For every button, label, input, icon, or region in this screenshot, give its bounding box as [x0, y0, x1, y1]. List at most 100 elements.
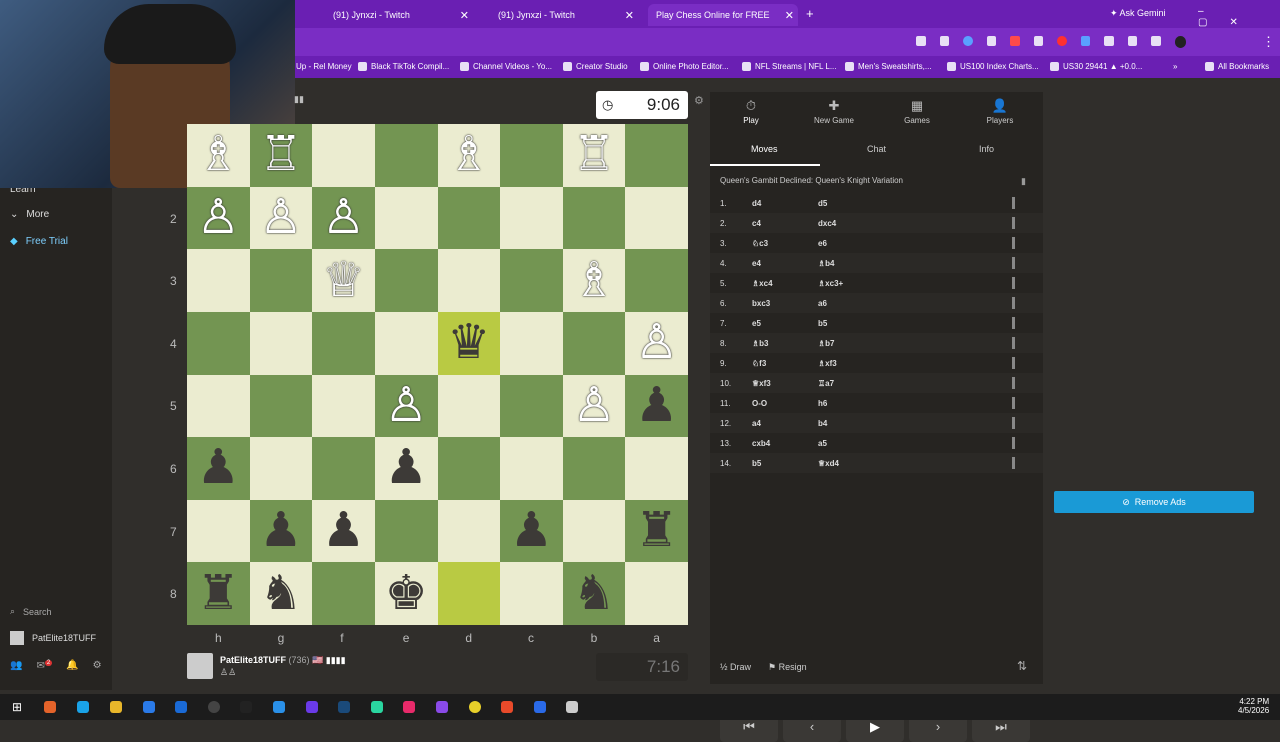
board-square[interactable]	[374, 124, 438, 187]
chevron-right-icon[interactable]: »	[1173, 62, 1177, 71]
board-square[interactable]: ♟	[312, 499, 375, 563]
board-square[interactable]: ♞	[562, 562, 626, 625]
system-clock[interactable]: 4:22 PM 4/5/2026	[1238, 697, 1269, 715]
board-square[interactable]: ♙	[249, 186, 313, 250]
chess-piece[interactable]: ♜	[197, 569, 240, 618]
chess-piece[interactable]: ♜	[635, 507, 678, 555]
player-name[interactable]: PatElite18TUFF	[220, 655, 286, 665]
board-square[interactable]: ♟	[187, 437, 250, 500]
board-square[interactable]	[374, 249, 438, 312]
app-icon[interactable]	[436, 701, 448, 713]
chess-piece[interactable]: ♙	[385, 381, 428, 430]
nav-new-game[interactable]: ✚ New Game	[794, 98, 874, 125]
mail-app-icon[interactable]	[175, 701, 187, 713]
board-square[interactable]	[312, 311, 375, 375]
black-move[interactable]: a5	[818, 439, 827, 448]
board-square[interactable]	[249, 249, 313, 312]
close-icon[interactable]: ✕	[460, 9, 469, 22]
menu-icon[interactable]: ⋮	[1262, 34, 1275, 50]
chess-piece[interactable]: ♛	[447, 319, 490, 367]
board-square[interactable]	[374, 311, 438, 375]
board-square[interactable]	[625, 186, 688, 250]
white-move[interactable]: ♕xf3	[752, 379, 771, 388]
board-square[interactable]	[500, 437, 563, 500]
board-square[interactable]	[312, 562, 375, 625]
chess-piece[interactable]: ♟	[385, 444, 428, 492]
board-square[interactable]: ♟	[625, 374, 688, 438]
board-square[interactable]: ♙	[374, 374, 438, 438]
app-icon[interactable]	[566, 701, 578, 713]
bookmark[interactable]: Up - Rel Money	[296, 62, 352, 71]
board-square[interactable]	[437, 374, 501, 438]
edge-icon[interactable]	[77, 701, 89, 713]
opening-name[interactable]: Queen's Gambit Declined: Queen's Knight …	[720, 176, 903, 185]
white-move[interactable]: cxb4	[752, 439, 770, 448]
window-controls[interactable]: –▢✕	[1198, 6, 1280, 28]
board-square[interactable]	[437, 499, 501, 563]
tab-twitch-2[interactable]: (91) Jynxzi - Twitch ✕	[490, 4, 638, 26]
gear-icon[interactable]: ⚙	[93, 660, 102, 674]
board-settings-gear-icon[interactable]: ⚙	[694, 94, 704, 107]
app-icon[interactable]	[534, 701, 546, 713]
board-square[interactable]	[437, 186, 501, 250]
chess-piece[interactable]: ♕	[322, 256, 365, 305]
all-bookmarks-button[interactable]: All Bookmarks	[1205, 62, 1269, 71]
black-move[interactable]: d5	[818, 199, 827, 208]
folder-icon[interactable]	[110, 701, 122, 713]
draw-button[interactable]: ½ Draw	[720, 662, 751, 672]
board-square[interactable]	[562, 311, 626, 375]
bell-icon[interactable]: 🔔	[66, 660, 78, 674]
black-move[interactable]: e6	[818, 239, 827, 248]
chess-piece[interactable]: ♖	[259, 131, 302, 179]
board-square[interactable]: ♟	[249, 499, 313, 563]
white-move[interactable]: ♗b3	[752, 339, 769, 348]
board-square[interactable]	[625, 124, 688, 187]
board-square[interactable]	[312, 374, 375, 438]
chess-piece[interactable]: ♟	[259, 507, 302, 555]
board-square[interactable]: ♜	[625, 499, 688, 563]
black-move[interactable]: ♗xc3+	[818, 279, 843, 288]
board-square[interactable]: ♗	[187, 124, 250, 187]
chess-piece[interactable]: ♙	[573, 381, 616, 430]
chess-piece[interactable]: ♙	[322, 193, 365, 242]
app-icon[interactable]	[273, 701, 285, 713]
ask-gemini-button[interactable]: ✦ Ask Gemini	[1110, 8, 1166, 19]
close-icon[interactable]: ✕	[625, 9, 634, 22]
white-move[interactable]: O-O	[752, 399, 767, 408]
board-square[interactable]: ♖	[249, 124, 313, 187]
board-square[interactable]	[562, 186, 626, 250]
mail-icon[interactable]: ✉ 2	[36, 660, 53, 674]
white-move[interactable]: d4	[752, 199, 761, 208]
app-icon[interactable]	[44, 701, 56, 713]
black-move[interactable]: a6	[818, 299, 827, 308]
white-move[interactable]: a4	[752, 419, 761, 428]
chess-piece[interactable]: ♞	[259, 569, 302, 618]
board-square[interactable]: ♚	[374, 562, 438, 625]
chess-piece[interactable]: ♟	[635, 381, 678, 430]
black-move[interactable]: dxc4	[818, 219, 836, 228]
sidebar-item-free-trial[interactable]: ◆ Free Trial	[10, 236, 68, 247]
board-square[interactable]	[187, 311, 250, 375]
panel-toggle-icon[interactable]: ▮▮	[294, 94, 304, 105]
tab-twitch-1[interactable]: (91) Jynxzi - Twitch ✕	[325, 4, 473, 26]
black-move[interactable]: b4	[818, 419, 827, 428]
chess-piece[interactable]: ♟	[322, 507, 365, 555]
chess-piece[interactable]: ♗	[447, 131, 490, 179]
board-square[interactable]	[625, 562, 688, 625]
white-move[interactable]: ♘f3	[752, 359, 766, 368]
black-move[interactable]: ♕xd4	[818, 459, 839, 468]
white-move[interactable]: bxc3	[752, 299, 770, 308]
friends-icon[interactable]: 👥	[10, 660, 22, 674]
black-move[interactable]: ♗b7	[818, 339, 835, 348]
board-square[interactable]	[312, 124, 375, 187]
nav-play[interactable]: ⏱ Play	[711, 98, 791, 125]
board-square[interactable]	[187, 499, 250, 563]
tab-moves[interactable]: Moves	[751, 144, 778, 154]
board-square[interactable]: ♗	[562, 249, 626, 312]
board-square[interactable]: ♕	[312, 249, 375, 312]
flip-board-icon[interactable]: ⇅	[1017, 659, 1027, 673]
resign-button[interactable]: ⚑ Resign	[768, 662, 807, 673]
board-square[interactable]	[500, 124, 563, 187]
chess-piece[interactable]: ♞	[573, 569, 616, 618]
board-square[interactable]: ♞	[249, 562, 313, 625]
